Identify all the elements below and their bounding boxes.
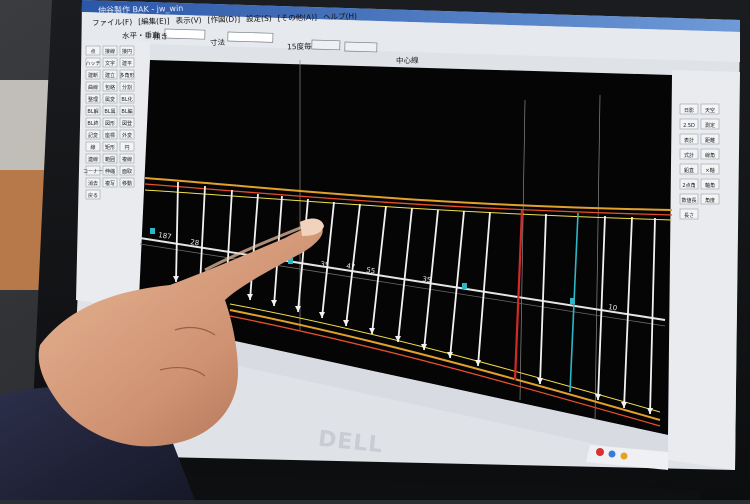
tool-button-label: 2点角 (682, 182, 695, 189)
tool-button-label: 図形 (105, 120, 115, 127)
toolbar-dropdown-3[interactable] (311, 39, 341, 51)
station-label: 55 (366, 266, 376, 275)
photo-svg: 点 接線 接円ハッチ 文字 建平建断 建立 多角形曲線 包絡 分割整理 属変 BL化 BL解 BL属 BL… (0, 0, 750, 500)
tool-button-label: 天空 (705, 107, 715, 114)
tool-button-label: 面取 (122, 169, 132, 175)
tool-button-label: 距離 (705, 137, 715, 144)
tool-button-label: BL属 (104, 109, 115, 115)
tool-button-label: 曲線 (88, 84, 98, 91)
tool-button-label: 消去 (88, 180, 98, 187)
station-label: 35 (320, 260, 330, 269)
tool-button-label: 多角形 (119, 72, 134, 79)
tool-button-label: BL解 (87, 108, 98, 115)
photo-scene: 点 接線 接円ハッチ 文字 建平建断 建立 多角形曲線 包絡 分割整理 属変 BL化 BL解 BL属 BL… (0, 0, 750, 500)
tool-button-label: 建断 (88, 72, 98, 79)
tool-button-label: 移動 (122, 180, 132, 187)
tool-button-label: 接円 (122, 48, 132, 55)
toolbar-dropdown-2[interactable] (227, 31, 274, 43)
tool-button-label: 長さ (684, 212, 694, 219)
tool-button-label: 点 (90, 49, 95, 55)
tool-button-label: BL化 (121, 96, 132, 103)
tool-button-label: 整理 (88, 96, 98, 103)
tool-button-label: 座標 (105, 132, 115, 139)
tool-button-label: 包絡 (105, 84, 115, 91)
tool-button-label: 外変 (122, 132, 132, 139)
tool-button-label: 角度 (705, 197, 715, 204)
cyan-marker (150, 228, 155, 234)
tray-icon[interactable] (620, 452, 628, 460)
tool-button-label: 測定 (705, 122, 715, 129)
tool-button-label: 分割 (122, 84, 132, 91)
tool-button-label: 数値長 (681, 197, 696, 204)
tray-icon[interactable] (608, 450, 616, 458)
tool-button-label: 円 (124, 145, 129, 151)
tool-button-label: コーナー (83, 169, 103, 175)
cyan-marker (462, 283, 467, 289)
station-label: 28 (190, 238, 200, 247)
tool-button-label: 複写 (105, 180, 115, 187)
tool-button-label: 鉛直 (684, 167, 694, 174)
tool-button-label: 表計 (684, 137, 694, 144)
cyan-marker (570, 298, 575, 304)
tray-icon[interactable] (596, 448, 604, 456)
tool-button-label: 日影 (684, 107, 694, 114)
tool-button-label: 伸縮 (105, 168, 115, 175)
tool-button-label: 接線 (105, 48, 115, 55)
tool-button-label: BL編 (121, 108, 132, 115)
tool-button-label: 2.5D (683, 123, 695, 129)
tool-button-label: 線角 (705, 152, 715, 159)
station-label: 47 (346, 262, 356, 271)
tool-button-label: 矩形 (105, 144, 115, 151)
tool-button-label: ハッチ (85, 61, 100, 67)
tool-button-label: 連線 (88, 156, 98, 163)
tool-button-label: 複線 (122, 156, 132, 163)
right-tool-panel (668, 70, 740, 470)
tool-button-label: 式計 (684, 152, 694, 159)
tool-button-label: 範囲 (105, 156, 115, 163)
tool-button-label: 建平 (122, 60, 132, 67)
tool-button-label: 記変 (88, 132, 98, 139)
tool-button-label: 線 (90, 144, 95, 151)
tool-button-label: 建立 (105, 72, 115, 79)
tool-button-label: ×軸 (705, 167, 714, 174)
tool-button-label: 戻る (88, 192, 98, 199)
tool-button-label: 属変 (105, 96, 115, 103)
toolbar-dropdown-1[interactable] (164, 28, 206, 40)
station-label: 35 (422, 275, 432, 284)
tool-button-label: 文字 (105, 60, 115, 67)
tool-button-label: BL終 (87, 120, 98, 127)
tool-button-label: 図登 (122, 120, 132, 127)
station-label: 10 (608, 303, 618, 312)
tool-button-label: 軸角 (705, 182, 715, 189)
toolbar-dropdown-4[interactable] (344, 41, 378, 53)
